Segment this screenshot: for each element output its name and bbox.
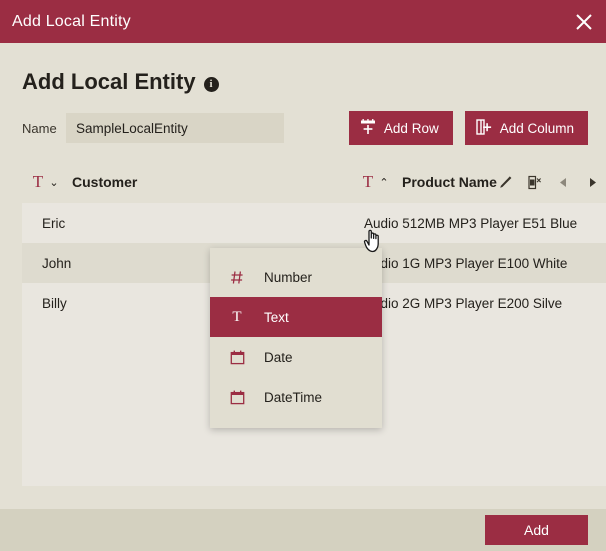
info-icon[interactable]: i xyxy=(203,76,219,92)
dropdown-item-date[interactable]: Date xyxy=(210,337,382,377)
text-type-icon: T xyxy=(362,172,374,191)
add-column-icon xyxy=(476,118,492,138)
window-title: Add Local Entity xyxy=(12,12,131,30)
datetime-type-icon xyxy=(210,390,264,405)
name-field-row: Name xyxy=(22,113,284,143)
dropdown-item-number[interactable]: Number xyxy=(210,257,382,297)
dropdown-label-date: Date xyxy=(264,349,293,365)
cell-product[interactable]: Audio 512MB MP3 Player E51 Blue xyxy=(352,203,606,243)
cell-customer[interactable]: Eric xyxy=(22,203,352,243)
add-button[interactable]: Add xyxy=(485,515,588,545)
window-titlebar: Add Local Entity xyxy=(0,0,606,43)
add-column-label: Add Column xyxy=(499,120,574,136)
close-icon xyxy=(574,12,594,32)
page-title: Add Local Entity xyxy=(22,69,196,94)
move-column-left-icon[interactable] xyxy=(555,174,571,190)
add-row-button[interactable]: Add Row xyxy=(348,111,453,145)
text-type-icon: T xyxy=(232,308,242,325)
close-button[interactable] xyxy=(562,0,606,43)
cell-product[interactable]: Audio 1G MP3 Player E100 White xyxy=(352,243,606,283)
chevron-down-icon[interactable]: ⌄ xyxy=(46,176,62,189)
chevron-up-icon[interactable]: ⌃ xyxy=(376,176,392,189)
move-column-right-icon[interactable] xyxy=(584,174,600,190)
column-header-customer: T ⌄ Customer xyxy=(22,161,352,203)
name-label: Name xyxy=(22,120,57,136)
cell-product[interactable]: Audio 2G MP3 Player E200 Silve xyxy=(352,283,606,323)
dialog-body: Add Local Entity i Name Add Row xyxy=(0,43,606,509)
number-type-icon xyxy=(210,270,264,285)
name-input[interactable] xyxy=(66,113,284,143)
dropdown-label-text: Text xyxy=(264,309,289,325)
column-title-product-name: Product Name xyxy=(402,174,497,190)
dropdown-label-number: Number xyxy=(264,269,313,285)
column-header-product-name: T ⌃ Product Name xyxy=(352,161,606,203)
grid-toolbar: Add Row Add Column xyxy=(348,111,588,145)
add-row-label: Add Row xyxy=(383,120,439,136)
column-type-dropdown: Number T Text Date DateTime xyxy=(210,248,382,428)
dropdown-item-datetime[interactable]: DateTime xyxy=(210,377,382,417)
column-action-group xyxy=(497,161,600,203)
page-title-row: Add Local Entity i xyxy=(22,69,219,95)
dropdown-item-text[interactable]: T Text xyxy=(210,297,382,337)
date-type-icon xyxy=(210,350,264,365)
add-column-button[interactable]: Add Column xyxy=(464,111,588,145)
dialog-footer: Add xyxy=(0,509,606,551)
edit-column-icon[interactable] xyxy=(497,174,513,190)
delete-column-icon[interactable] xyxy=(526,174,542,190)
column-title-customer: Customer xyxy=(72,174,138,190)
dropdown-label-datetime: DateTime xyxy=(264,389,323,405)
table-row[interactable]: Eric Audio 512MB MP3 Player E51 Blue xyxy=(22,203,606,243)
text-type-icon: T xyxy=(32,172,44,191)
grid-header-row: T ⌄ Customer T ⌃ Product Name xyxy=(22,161,606,203)
add-row-icon xyxy=(360,118,376,138)
